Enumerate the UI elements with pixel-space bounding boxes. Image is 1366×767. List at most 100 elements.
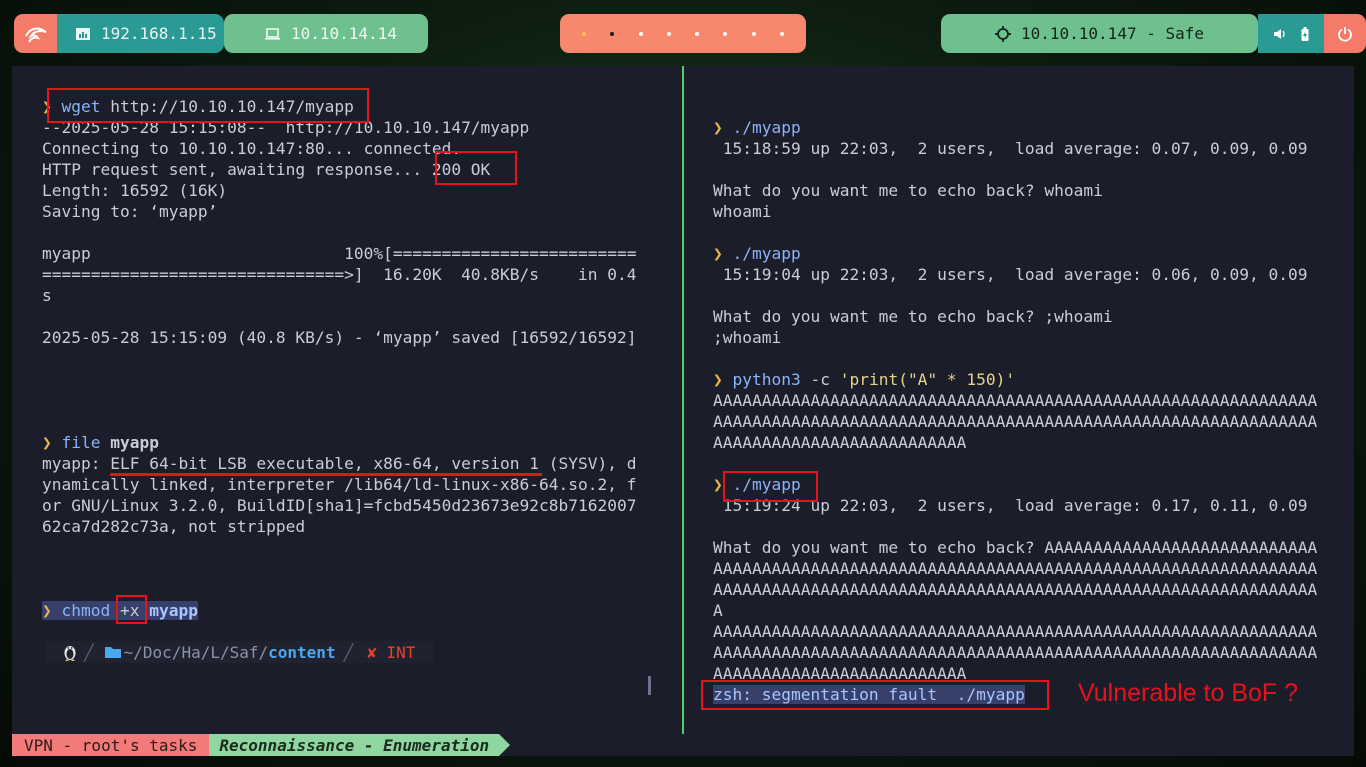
prompt-status: ✘ INT xyxy=(367,642,416,662)
highlight-plus-x xyxy=(116,595,147,624)
prompt-chevron: ❯ xyxy=(713,118,723,137)
left-line: ===============================>] 16.20K… xyxy=(42,264,637,285)
right-line: AAAAAAAAAAAAAAAAAAAAAAAAAA xyxy=(713,432,1317,453)
output-text: AAAAAAAAAAAAAAAAAAAAAAAAAAAAAAAAAAAAAAAA… xyxy=(713,643,1318,662)
workspace-switcher[interactable] xyxy=(560,14,806,53)
right-line: whoami xyxy=(713,201,1317,222)
system-tray[interactable] xyxy=(1258,14,1324,53)
target-text: 10.10.10.147 - Safe xyxy=(1020,24,1205,43)
command-name: chmod xyxy=(61,601,111,620)
output-text: s xyxy=(42,286,52,305)
right-line: AAAAAAAAAAAAAAAAAAAAAAAAAAAAAAAAAAAAAAAA… xyxy=(713,411,1317,432)
left-line: Length: 16592 (16K) xyxy=(42,180,637,201)
output-text: Length: 16592 (16K) xyxy=(42,181,228,200)
zsh-prompt: ╱ ~/Doc/Ha/L/Saf/content ╱ ✘ INT xyxy=(46,641,434,663)
right-line xyxy=(713,348,1317,369)
prompt-chevron: ❯ xyxy=(42,601,52,620)
workspace-8[interactable] xyxy=(779,31,784,36)
output-text: AAAAAAAAAAAAAAAAAAAAAAAAAAAAAAAAAAAAAAAA… xyxy=(713,622,1318,641)
right-line xyxy=(713,285,1317,306)
target-widget[interactable]: 10.10.10.147 - Safe xyxy=(941,14,1258,53)
left-line xyxy=(42,411,637,432)
workspace-3[interactable] xyxy=(638,31,643,36)
right-line: AAAAAAAAAAAAAAAAAAAAAAAAAAAAAAAAAAAAAAAA… xyxy=(713,390,1317,411)
left-line: or GNU/Linux 3.2.0, BuildID[sha1]=fcbd54… xyxy=(42,495,637,516)
output-text: A xyxy=(713,601,723,620)
right-line: What do you want me to echo back? whoami xyxy=(713,180,1317,201)
right-line xyxy=(713,516,1317,537)
right-line: ❯ python3 -c 'print("A" * 150)' xyxy=(713,369,1317,390)
volume-icon[interactable] xyxy=(1273,28,1286,40)
left-line: 62ca7d282c73a, not stripped xyxy=(42,516,637,537)
right-line: What do you want me to echo back? AAAAAA… xyxy=(713,537,1317,558)
underline-elf-info xyxy=(110,473,542,476)
tmux-window[interactable]: Reconnaissance - Enumeration xyxy=(209,734,500,756)
right-line: AAAAAAAAAAAAAAAAAAAAAAAAAAAAAAAAAAAAAAAA… xyxy=(713,642,1317,663)
prompt-chevron: ❯ xyxy=(713,370,723,389)
linux-penguin-icon xyxy=(64,646,76,661)
output-text: HTTP request sent, awaiting response... … xyxy=(42,160,491,179)
workspace-2[interactable] xyxy=(610,31,615,36)
output-text: 62ca7d282c73a, not stripped xyxy=(42,517,306,536)
output-text: myapp: ELF 64-bit LSB executable, x86-64… xyxy=(42,454,637,473)
output-text: ===============================>] 16.20K… xyxy=(42,265,637,284)
workspace-1[interactable] xyxy=(582,31,587,36)
prompt-chevron: ❯ xyxy=(42,433,52,452)
local-ip-text: 192.168.1.15 xyxy=(101,24,217,43)
command-target: myapp xyxy=(139,601,198,620)
vpn-ip-text: 10.10.14.14 xyxy=(291,24,397,43)
output-text: AAAAAAAAAAAAAAAAAAAAAAAAAAAAAAAAAAAAAAAA… xyxy=(713,391,1318,410)
left-line: myapp 100%[========================= xyxy=(42,243,637,264)
output-text: 2025-05-28 15:15:09 (40.8 KB/s) - ‘myapp… xyxy=(42,328,637,347)
output-text: What do you want me to echo back? ;whoam… xyxy=(713,307,1113,326)
power-icon xyxy=(1338,26,1352,42)
left-line xyxy=(42,369,637,390)
left-line xyxy=(42,222,637,243)
power-button[interactable] xyxy=(1324,14,1366,53)
left-line: Saving to: ‘myapp’ xyxy=(42,201,637,222)
right-line xyxy=(713,159,1317,180)
pane-divider[interactable] xyxy=(682,66,684,734)
workspace-4[interactable] xyxy=(666,31,671,36)
prompt-chevron: ❯ xyxy=(713,475,723,494)
right-line: What do you want me to echo back? ;whoam… xyxy=(713,306,1317,327)
highlight-wget-command xyxy=(47,88,369,123)
command-target: myapp xyxy=(100,433,159,452)
tmux-session[interactable]: VPN - root's tasks xyxy=(12,734,210,756)
kali-menu-button[interactable] xyxy=(14,14,57,53)
output-text: AAAAAAAAAAAAAAAAAAAAAAAAAAAAAAAAAAAAAAAA… xyxy=(713,559,1318,578)
workspace-6[interactable] xyxy=(723,31,728,36)
crosshair-icon xyxy=(994,25,1011,42)
right-line: ❯ ./myapp xyxy=(713,243,1317,264)
output-text: AAAAAAAAAAAAAAAAAAAAAAAAAAAAAAAAAAAAAAAA… xyxy=(713,580,1318,599)
local-ip-widget[interactable]: 192.168.1.15 xyxy=(57,14,224,53)
left-line xyxy=(42,537,637,558)
output-text: Connecting to 10.10.10.147:80... connect… xyxy=(42,139,462,158)
left-terminal-pane[interactable]: ❯ wget http://10.10.10.147/myapp --2025-0… xyxy=(42,96,637,621)
command-string: 'print("A" * 150)' xyxy=(839,370,1016,389)
tmux-separator-2 xyxy=(499,734,511,756)
command-name: ./myapp xyxy=(732,118,801,137)
left-line: Connecting to 10.10.10.147:80... connect… xyxy=(42,138,637,159)
prompt-path: ~/Doc/Ha/L/Saf/ xyxy=(123,642,269,662)
folder-icon xyxy=(104,647,121,658)
highlight-segfault xyxy=(701,680,1049,710)
left-line: ❯ file myapp xyxy=(42,432,637,453)
right-line: AAAAAAAAAAAAAAAAAAAAAAAAAAAAAAAAAAAAAAAA… xyxy=(713,579,1317,600)
right-line: ❯ ./myapp xyxy=(713,117,1317,138)
command-name: python3 xyxy=(732,370,801,389)
kali-dragon-icon xyxy=(24,27,47,42)
right-line: A xyxy=(713,600,1317,621)
workspace-7[interactable] xyxy=(751,31,756,36)
right-terminal-pane[interactable]: ❯ ./myapp 15:18:59 up 22:03, 2 users, lo… xyxy=(713,117,1317,705)
output-text: What do you want me to echo back? AAAAAA… xyxy=(713,538,1318,557)
vpn-ip-widget[interactable]: 10.10.14.14 xyxy=(224,14,428,53)
battery-icon[interactable] xyxy=(1301,26,1309,41)
left-line xyxy=(42,348,637,369)
left-line xyxy=(42,390,637,411)
bof-annotation: Vulnerable to BoF ? xyxy=(1078,679,1299,707)
left-line: ynamically linked, interpreter /lib64/ld… xyxy=(42,474,637,495)
prompt-cwd: content xyxy=(268,642,336,662)
workspace-5[interactable] xyxy=(695,31,700,36)
output-text: AAAAAAAAAAAAAAAAAAAAAAAAAAAAAAAAAAAAAAAA… xyxy=(713,412,1318,431)
